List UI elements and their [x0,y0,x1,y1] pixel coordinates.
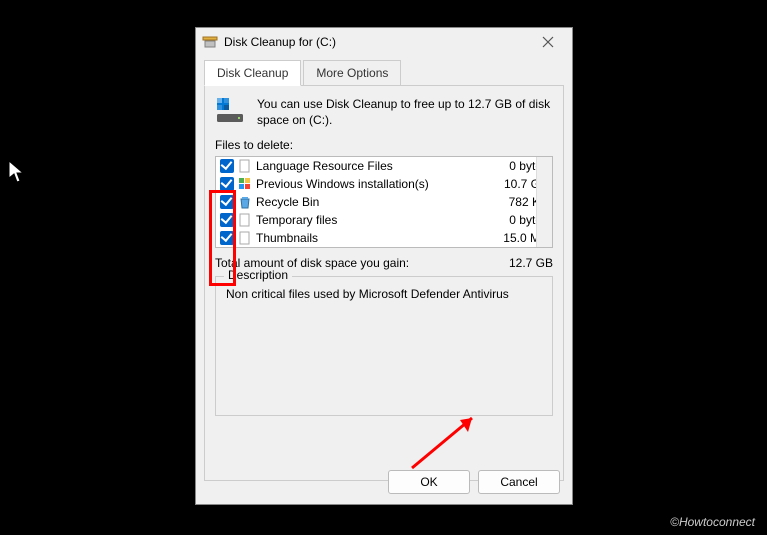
list-item[interactable]: Thumbnails 15.0 MB [216,229,552,247]
titlebar: Disk Cleanup for (C:) [196,28,572,56]
files-to-delete-label: Files to delete: [215,138,553,152]
total-value: 12.7 GB [509,256,553,270]
list-item[interactable]: Previous Windows installation(s) 10.7 GB [216,175,552,193]
file-name: Recycle Bin [256,195,488,209]
file-name: Temporary files [256,213,488,227]
list-item[interactable]: Temporary files 0 bytes [216,211,552,229]
file-icon [238,159,252,173]
checkbox[interactable] [220,159,234,173]
file-name: Previous Windows installation(s) [256,177,488,191]
checkbox[interactable] [220,213,234,227]
info-row: You can use Disk Cleanup to free up to 1… [215,96,553,128]
file-icon [238,231,252,245]
file-list[interactable]: Language Resource Files 0 bytes Previous… [215,156,553,248]
tab-more-options[interactable]: More Options [303,60,401,86]
disk-cleanup-icon [202,34,218,50]
windows-icon [238,177,252,191]
list-item[interactable]: Language Resource Files 0 bytes [216,157,552,175]
file-icon [238,213,252,227]
cancel-button[interactable]: Cancel [478,470,560,494]
checkbox[interactable] [220,231,234,245]
cleanup-panel: You can use Disk Cleanup to free up to 1… [204,85,564,481]
file-name: Language Resource Files [256,159,488,173]
ok-button[interactable]: OK [388,470,470,494]
disk-cleanup-dialog: Disk Cleanup for (C:) Disk Cleanup More … [195,27,573,505]
description-text: Non critical files used by Microsoft Def… [226,287,542,301]
button-row: OK Cancel [388,470,560,494]
recycle-bin-icon [238,195,252,209]
file-name: Thumbnails [256,231,488,245]
tab-strip: Disk Cleanup More Options [204,60,564,86]
info-text: You can use Disk Cleanup to free up to 1… [257,96,553,128]
drive-icon [215,96,247,124]
checkbox[interactable] [220,195,234,209]
description-legend: Description [224,268,292,282]
window-title: Disk Cleanup for (C:) [224,35,530,49]
list-item[interactable]: Recycle Bin 782 KB [216,193,552,211]
close-button[interactable] [530,30,566,54]
tab-disk-cleanup[interactable]: Disk Cleanup [204,60,301,86]
checkbox[interactable] [220,177,234,191]
watermark: ©Howtoconnect [670,515,755,529]
mouse-cursor-icon [8,160,26,184]
description-group: Description Non critical files used by M… [215,276,553,416]
scrollbar[interactable] [536,157,552,247]
